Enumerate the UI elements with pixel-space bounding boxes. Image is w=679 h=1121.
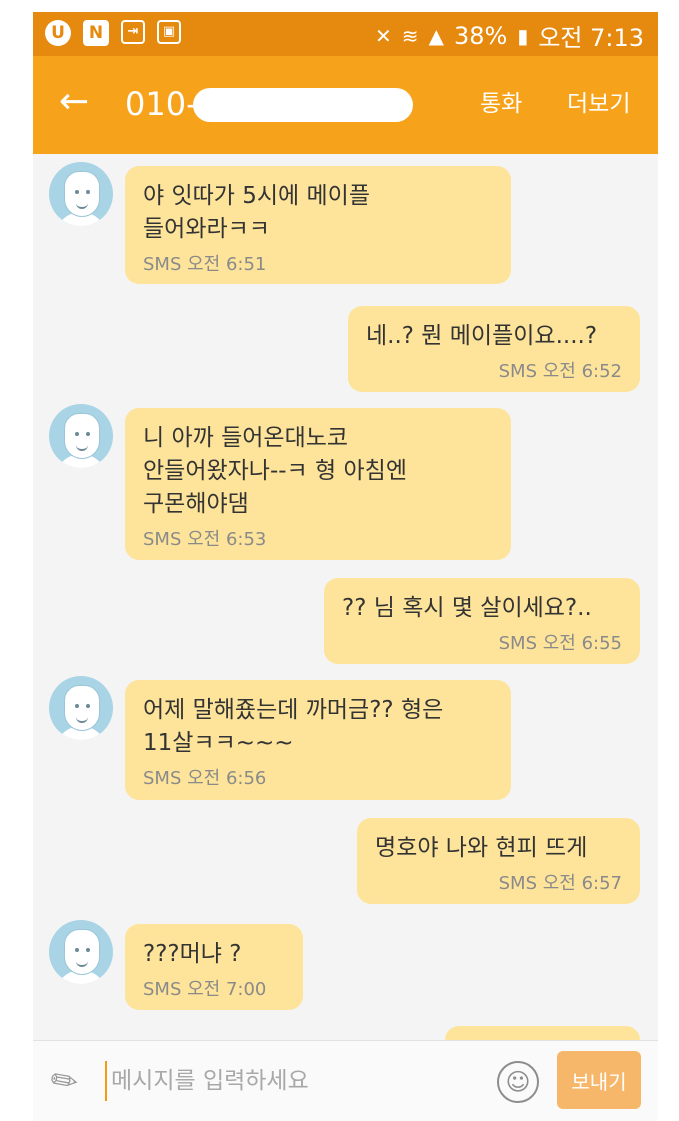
message-timestamp: SMS 오전 6:55 [498,633,622,654]
attachment-icon[interactable]: ✎ [43,1058,87,1105]
message-text: 네..? 뭔 메이플이요....? [366,323,598,349]
message-composer: ✎ ☺ 보내기 [33,1040,658,1121]
message-text: ???머냐 ? [143,941,242,967]
back-arrow-icon[interactable]: ← [59,82,89,122]
carrier-icon: U [45,20,71,46]
signal-icon: ▲ [428,23,444,48]
message-bubble-received[interactable]: 어제 말해죴는데 까머금?? 형은 11살ㅋㅋ~~~ SMS 오전 6:56 [125,680,511,800]
message-text: 명호야 나와 현피 뜨게 [375,835,588,861]
message-timestamp: SMS 오전 7:00 [143,979,267,1000]
app-bar: ← 010- 통화 더보기 [33,56,658,154]
text-cursor [105,1061,107,1101]
message-input[interactable] [111,1059,491,1103]
emoji-icon[interactable]: ☺ [497,1061,539,1103]
redaction-mark [193,88,413,122]
message-bubble-sent[interactable]: 명호야 나와 현피 뜨게 SMS 오전 6:57 [357,818,640,904]
wifi-icon: ≋ [401,23,419,48]
message-bubble-received[interactable]: 니 아까 들어온대노코 안들어왔자나--ㅋ 형 아침엔 구몬해야댐 SMS 오전… [125,408,511,560]
battery-percent: 38% [453,21,508,50]
message-text: 야 잇따가 5시에 메이플 들어와라ㅋㅋ [143,183,371,242]
send-button[interactable]: 보내기 [557,1051,641,1109]
notification-icon: ⇥ [121,20,145,44]
status-time: 오전 7:13 [538,24,644,52]
contact-avatar-icon [49,162,113,226]
message-text: 어제 말해죴는데 까머금?? 형은 11살ㅋㅋ~~~ [143,697,444,756]
message-timestamp: SMS 오전 6:53 [143,529,267,550]
status-bar: U N ⇥ ▣ ✕ ≋ ▲ 38% ▮ 오전 7:13 [33,12,658,56]
message-bubble-sent[interactable]: ?? 님 혹시 몇 살이세요?.. SMS 오전 6:55 [324,578,640,664]
message-bubble-received[interactable]: 야 잇따가 5시에 메이플 들어와라ㅋㅋ SMS 오전 6:51 [125,166,511,284]
naver-icon: N [83,20,109,46]
message-timestamp: SMS 오전 6:56 [143,768,267,789]
message-list[interactable]: 야 잇따가 5시에 메이플 들어와라ㅋㅋ SMS 오전 6:51 네..? 뭔 … [33,154,658,1040]
message-text: ?? 님 혹시 몇 살이세요?.. [342,595,592,621]
gallery-icon: ▣ [157,20,181,44]
contact-avatar-icon [49,676,113,740]
message-bubble-received[interactable]: ???머냐 ? SMS 오전 7:00 [125,924,303,1010]
message-timestamp: SMS 오전 6:51 [143,254,267,275]
message-bubble-sent[interactable]: 네..? 뭔 메이플이요....? SMS 오전 6:52 [348,306,640,392]
battery-icon: ▮ [517,23,529,48]
message-bubble-sent-partial[interactable] [445,1026,640,1040]
contact-phone-number: 010- [125,85,198,123]
message-text: 니 아까 들어온대노코 안들어왔자나--ㅋ 형 아침엔 구몬해야댐 [143,425,407,517]
message-timestamp: SMS 오전 6:57 [498,873,622,894]
message-timestamp: SMS 오전 6:52 [498,361,622,382]
more-button[interactable]: 더보기 [567,88,630,120]
mute-icon: ✕ [375,23,392,48]
contact-avatar-icon [49,404,113,468]
call-button[interactable]: 통화 [480,88,522,120]
phone-screen: U N ⇥ ▣ ✕ ≋ ▲ 38% ▮ 오전 7:13 ← 010- 통화 더보… [33,12,658,1121]
contact-avatar-icon [49,920,113,984]
